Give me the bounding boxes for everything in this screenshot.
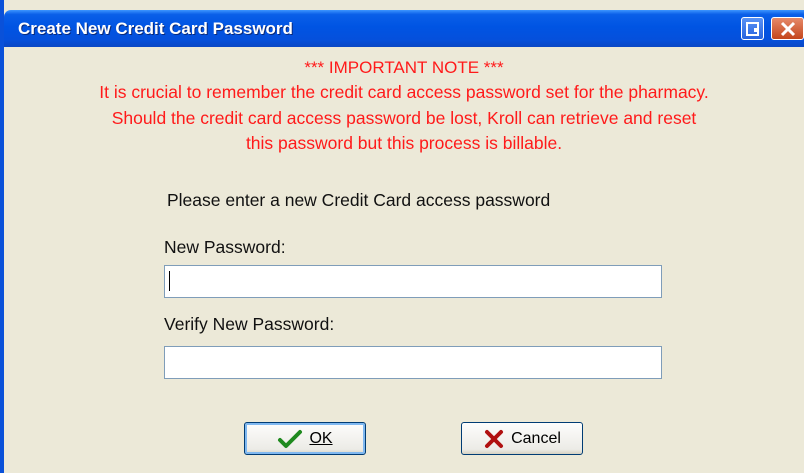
restore-button[interactable] [741, 17, 764, 40]
close-button[interactable] [771, 17, 804, 40]
cancel-button-label: Cancel [511, 429, 561, 447]
close-icon [780, 21, 796, 37]
important-note-heading: *** IMPORTANT NOTE *** [304, 58, 504, 77]
new-password-label: New Password: [164, 237, 286, 257]
credit-card-password-dialog: Create New Credit Card Password *** IMPO… [0, 0, 804, 473]
ok-button[interactable]: OK [244, 422, 366, 455]
verify-password-label: Verify New Password: [164, 314, 335, 334]
title-bar[interactable]: Create New Credit Card Password [4, 10, 804, 47]
verify-password-field[interactable] [164, 346, 662, 379]
checkmark-icon [278, 429, 303, 448]
password-prompt: Please enter a new Credit Card access pa… [167, 190, 551, 210]
important-note-line-1: It is crucial to remember the credit car… [99, 82, 709, 102]
text-caret [169, 271, 170, 291]
ok-button-label: OK [309, 429, 333, 447]
cancel-button[interactable]: Cancel [461, 422, 583, 455]
important-note-line-3: this password but this process is billab… [245, 133, 563, 153]
restore-icon [746, 22, 759, 36]
important-note-line-2: Should the credit card access password b… [111, 108, 697, 128]
window-title: Create New Credit Card Password [18, 19, 293, 38]
cancel-x-icon [485, 429, 504, 448]
new-password-field[interactable] [164, 265, 662, 298]
